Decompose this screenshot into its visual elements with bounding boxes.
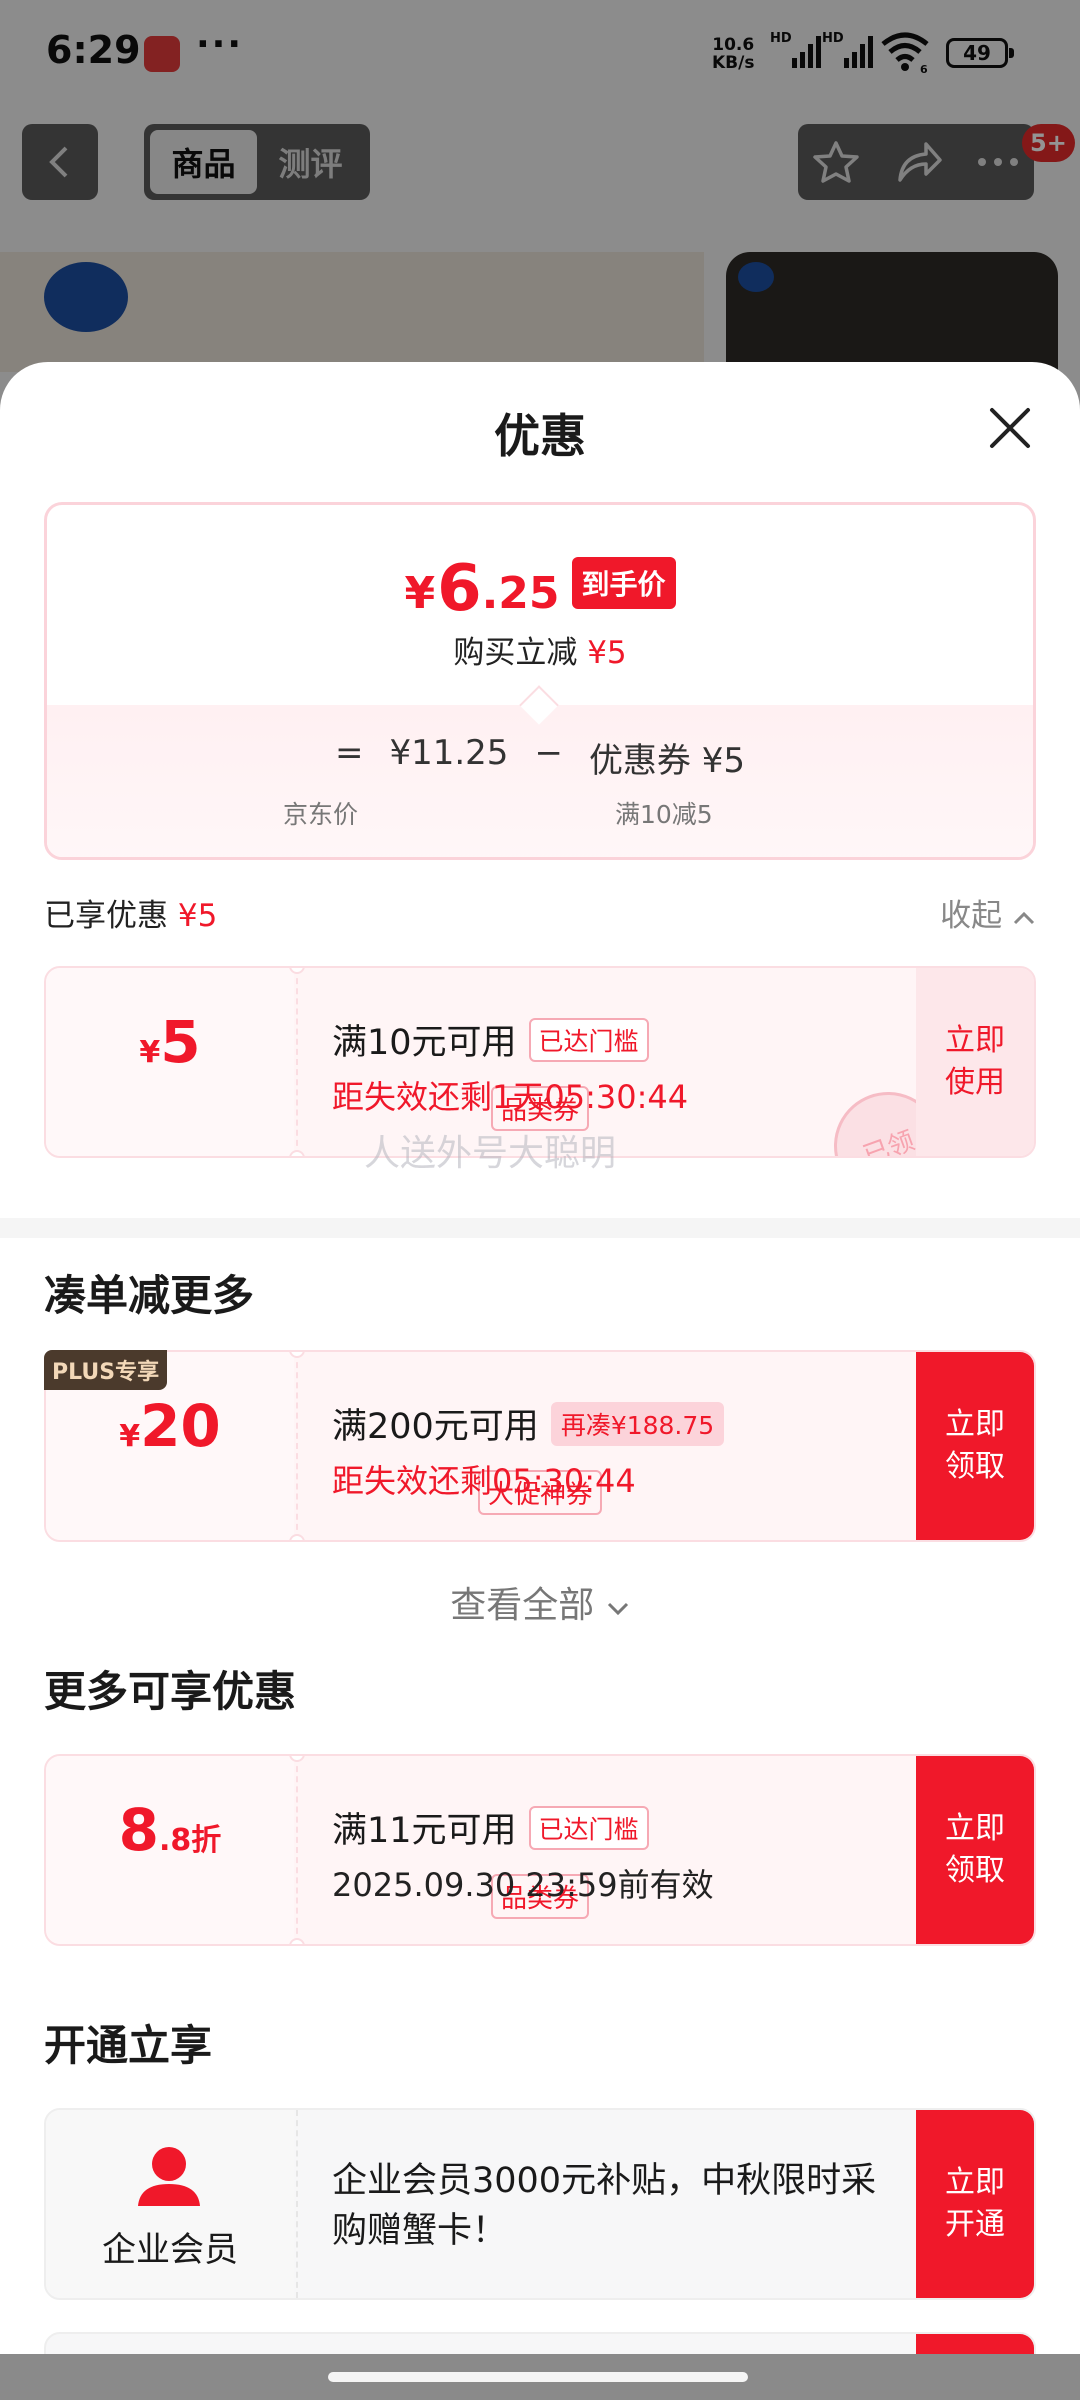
coupon-amount-value: 20 (140, 1392, 221, 1460)
use-now-button[interactable]: 立即 使用 (916, 968, 1034, 1156)
coupon-valid-until: 2025.09.30 23:59前有效 (332, 1866, 714, 1904)
use-now-line1: 立即 (945, 1023, 1005, 1058)
claim-now-line2: 领取 (945, 1449, 1005, 1484)
home-indicator[interactable] (328, 2372, 748, 2382)
view-all-label: 查看全部 (450, 1585, 595, 1626)
watermark-text: 人送外号大聪明 (364, 1133, 617, 1174)
section-title-bundle: 凑单减更多 (44, 1271, 255, 1320)
member-description: 企业会员3000元补贴，中秋限时采购赠蟹卡！ (332, 2161, 877, 2251)
price-breakdown (47, 705, 1033, 857)
coupon-card-promo: ¥20 大促神券 满200元可用 再凑¥188.75 距失效还剩05:30:44… (44, 1350, 1036, 1542)
coupon-condition: 满10元可用 已达门槛 (332, 1014, 649, 1065)
price-formula: = ¥11.25 − 优惠券 ¥5 (47, 733, 1033, 782)
price-decimal: .25 (481, 568, 560, 619)
coupon-notch-bottom (289, 1938, 305, 1944)
final-price-card: ¥ 6 .25 到手价 购买立减 ¥5 = ¥11.25 − 优惠券 ¥5 京东… (44, 502, 1036, 860)
claim-now-button[interactable]: 立即 领取 (916, 1756, 1034, 1944)
jd-price-label: 京东价 (283, 800, 359, 829)
coupon-deduction: 优惠券 ¥5 (588, 741, 746, 781)
enjoyed-discount-value: ¥5 (177, 898, 218, 934)
section-title-more-offers: 更多可享优惠 (44, 1667, 297, 1716)
threshold-met-chip: 已达门槛 (528, 1017, 649, 1062)
coupon-countdown: 距失效还剩1天05:30:44 (332, 1078, 689, 1116)
enjoyed-discount-label: 已享优惠 ¥5 (44, 890, 217, 935)
coupon-condition: 满11元可用 已达门槛 (332, 1802, 649, 1853)
enjoyed-discount-text: 已享优惠 (44, 898, 178, 934)
threshold-met-chip: 已达门槛 (528, 1805, 649, 1850)
final-price-tag: 到手价 (571, 557, 676, 609)
coupon-amount-currency: ¥ (139, 1035, 161, 1070)
coupon-countdown: 距失效还剩05:30:44 (332, 1462, 636, 1500)
member-separator (296, 2110, 298, 2298)
purchase-discount: 购买立减 ¥5 (47, 627, 1033, 672)
coupon-amount-currency: ¥ (119, 1419, 141, 1454)
jd-price-value: ¥11.25 (389, 733, 509, 773)
price-integer: 6 (437, 552, 482, 626)
plus-exclusive-tag: PLUS专享 (44, 1350, 168, 1390)
price-currency: ¥ (404, 568, 436, 619)
purchase-discount-label: 购买立减 (453, 635, 588, 671)
claim-now-line1: 立即 (945, 1811, 1005, 1846)
coupon-notch-bottom (289, 1534, 305, 1540)
coupon-condition-text: 满200元可用 (332, 1407, 539, 1447)
coupon-rule-label: 满10减5 (615, 800, 713, 829)
open-now-button[interactable]: 立即 开通 (916, 2110, 1034, 2298)
remaining-amount-chip: 再凑¥188.75 (550, 1401, 725, 1446)
sheet-title: 优惠 (494, 409, 586, 463)
collapse-button[interactable]: 收起 (940, 890, 1036, 935)
section-divider (0, 1218, 1080, 1238)
use-now-line2: 使用 (945, 1065, 1005, 1100)
coupon-amount-value: 5 (160, 1008, 201, 1076)
coupon-condition: 满200元可用 再凑¥188.75 (332, 1398, 725, 1449)
section-title-open-enjoy: 开通立享 (44, 2021, 213, 2070)
view-all-button[interactable]: 查看全部 (0, 1576, 1080, 1628)
enterprise-member-card: 企业会员 企业会员3000元补贴，中秋限时采购赠蟹卡！ 立即开通 (44, 2108, 1036, 2300)
modal-overlay[interactable] (0, 0, 1080, 420)
coupon-condition-text: 满10元可用 (332, 1023, 517, 1063)
close-icon[interactable] (986, 404, 1034, 452)
open-now-line1: 立即 (945, 2165, 1005, 2200)
coupon-notch-bottom (289, 1150, 305, 1156)
chevron-up-icon (1013, 911, 1035, 925)
coupon-separator (296, 968, 298, 1156)
person-icon (138, 2147, 200, 2206)
coupon-discount-integer: 8 (118, 1796, 160, 1864)
final-price: ¥ 6 .25 到手价 (47, 552, 1033, 626)
chevron-down-icon (607, 1602, 628, 1616)
coupon-discount-decimal: .8折 (159, 1823, 222, 1858)
final-price-top: ¥ 6 .25 到手价 购买立减 ¥5 (47, 505, 1033, 705)
member-label: 企业会员 (102, 2230, 238, 2270)
purchase-discount-value: ¥5 (587, 635, 627, 671)
open-now-line2: 开通 (945, 2207, 1005, 2242)
enjoyed-discount-row: 已享优惠 ¥5 收起 (44, 890, 1036, 938)
discount-sheet: 优惠 ¥ 6 .25 到手价 购买立减 ¥5 = ¥11.25 − 优惠券 ¥5… (0, 362, 1080, 2400)
coupon-amount: 8.8折 (46, 1796, 294, 1864)
formula-minus: − (534, 733, 563, 773)
coupon-condition-text: 满11元可用 (332, 1811, 517, 1851)
coupon-separator (296, 1756, 298, 1944)
coupon-amount: ¥20 (46, 1392, 294, 1460)
claim-now-line2: 领取 (945, 1853, 1005, 1888)
claim-now-line1: 立即 (945, 1407, 1005, 1442)
claim-now-button[interactable]: 立即 领取 (916, 1352, 1034, 1540)
coupon-card-discount: 8.8折 品类券 满11元可用 已达门槛 2025.09.30 23:59前有效… (44, 1754, 1036, 1946)
collapse-label: 收起 (940, 898, 1003, 934)
formula-equals: = (334, 733, 364, 773)
coupon-amount: ¥5 (46, 1008, 294, 1076)
coupon-separator (296, 1352, 298, 1540)
